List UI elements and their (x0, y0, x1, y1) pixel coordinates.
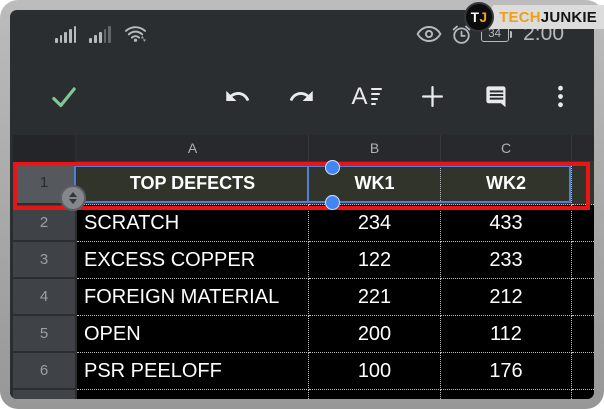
table-row-partial (13, 390, 594, 399)
row-header-6[interactable]: 6 (13, 353, 75, 390)
cell-c2[interactable]: 433 (441, 205, 572, 242)
row-header-partial (13, 390, 75, 399)
row-header-5[interactable]: 5 (13, 316, 75, 353)
arrow-up-icon (69, 192, 77, 197)
table-row-4: 4 FOREIGN MATERIAL 221 212 (13, 279, 594, 316)
comment-icon (483, 83, 510, 110)
selection-handle-top[interactable] (325, 160, 340, 175)
cell-c-partial (441, 390, 572, 399)
cellular-signal-icon-1 (55, 26, 76, 43)
selection-handle-bottom[interactable] (325, 195, 340, 210)
column-header-b[interactable]: B (309, 135, 441, 162)
table-row-2: 2 SCRATCH 234 433 (13, 205, 594, 242)
cell-a3[interactable]: EXCESS COPPER (77, 242, 309, 279)
cell-b-partial (309, 390, 441, 399)
cell-d5[interactable] (572, 316, 594, 353)
cell-c4[interactable]: 212 (441, 279, 572, 316)
column-header-a[interactable]: A (77, 135, 309, 162)
comment-button[interactable] (482, 81, 510, 113)
confirm-button[interactable] (48, 81, 80, 113)
kebab-menu-icon (548, 83, 573, 110)
cell-d2[interactable] (572, 205, 594, 242)
logo-letter-j: J (480, 10, 488, 25)
cell-a-partial (77, 390, 309, 399)
eye-comfort-icon (416, 25, 442, 43)
format-letter: A (351, 85, 367, 109)
redo-icon (288, 83, 315, 110)
cell-b3[interactable]: 122 (309, 242, 441, 279)
cell-d-partial (572, 390, 594, 399)
row-header-4[interactable]: 4 (13, 279, 75, 316)
column-header-c[interactable]: C (441, 135, 572, 162)
techjunkie-logo: TJ TECHJUNKIE (464, 2, 604, 32)
red-annotation-box (13, 162, 590, 210)
cell-b6[interactable]: 100 (309, 353, 441, 390)
cell-c5[interactable]: 112 (441, 316, 572, 353)
table-row-6: 6 PSR PEELOFF 100 176 (13, 353, 594, 390)
cell-a6[interactable]: PSR PEELOFF (77, 353, 309, 390)
undo-icon (224, 83, 251, 110)
spreadsheet-grid: A B C 1 TOP DEFECTS WK1 WK2 2 SCRATCH 23… (10, 135, 594, 399)
checkmark-icon (48, 81, 80, 113)
row-header-3[interactable]: 3 (13, 242, 75, 279)
arrow-down-icon (69, 199, 77, 204)
cell-d6[interactable] (572, 353, 594, 390)
format-lines-icon (371, 88, 382, 105)
cell-c6[interactable]: 176 (441, 353, 572, 390)
row-header-2[interactable]: 2 (13, 205, 75, 242)
undo-button[interactable] (223, 81, 251, 113)
cell-b4[interactable]: 221 (309, 279, 441, 316)
cell-d4[interactable] (572, 279, 594, 316)
redo-button[interactable] (287, 81, 315, 113)
techjunkie-logo-circle: TJ (464, 2, 494, 32)
cell-a2[interactable]: SCRATCH (77, 205, 309, 242)
toolbar-actions: A (223, 81, 594, 113)
format-button[interactable]: A (351, 81, 382, 113)
table-row-3: 3 EXCESS COPPER 122 233 (13, 242, 594, 279)
add-button[interactable] (418, 81, 446, 113)
status-bar-left (10, 25, 147, 43)
cell-d3[interactable] (572, 242, 594, 279)
cell-b5[interactable]: 200 (309, 316, 441, 353)
column-header-d-partial[interactable] (572, 135, 594, 162)
table-row-5: 5 OPEN 200 112 (13, 316, 594, 353)
techjunkie-logo-banner: TECHJUNKIE (481, 5, 604, 29)
app-screen: 34 2:00 (10, 10, 594, 399)
cell-a5[interactable]: OPEN (77, 316, 309, 353)
cellular-signal-icon-2 (89, 26, 110, 43)
row-resize-handle[interactable] (60, 185, 86, 211)
overflow-menu-button[interactable] (546, 81, 574, 113)
cell-c3[interactable]: 233 (441, 242, 572, 279)
column-header-row: A B C (13, 135, 594, 162)
logo-text-junkie: JUNKIE (541, 9, 597, 26)
select-all-corner[interactable] (13, 135, 75, 162)
device-frame: 34 2:00 (0, 0, 604, 409)
cell-b2[interactable]: 234 (309, 205, 441, 242)
sheets-toolbar: A (10, 58, 594, 135)
logo-letter-t: T (471, 10, 480, 25)
plus-icon (419, 83, 446, 110)
wifi-icon (124, 24, 147, 43)
cell-a4[interactable]: FOREIGN MATERIAL (77, 279, 309, 316)
logo-text-tech: TECH (499, 9, 541, 26)
